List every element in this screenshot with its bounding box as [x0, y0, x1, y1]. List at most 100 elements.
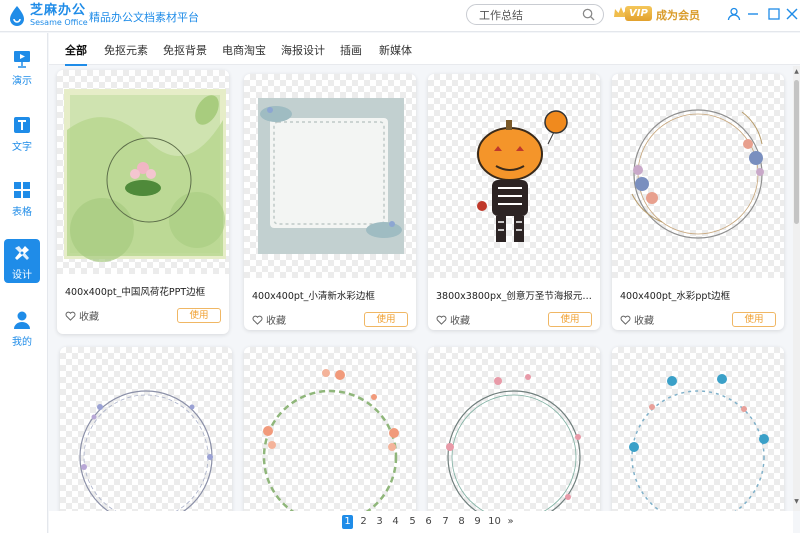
sidebar-item-mine[interactable]: 我的 [4, 306, 40, 350]
sidebar-item-presentation[interactable]: 演示 [4, 45, 40, 89]
use-button[interactable]: 使用 [177, 308, 221, 323]
sidebar: 演示 文字 表格 设计 我的 [0, 33, 48, 533]
tab-new-media[interactable]: 新媒体 [379, 42, 412, 58]
sidebar-item-text[interactable]: 文字 [4, 111, 40, 155]
page-7[interactable]: 7 [440, 515, 451, 529]
tab-cutout-elements[interactable]: 免抠元素 [104, 42, 148, 58]
material-grid: 400x400pt_中国风荷花PPT边框 收藏 使用 400x400pt_小清新… [49, 66, 793, 511]
page-6[interactable]: 6 [423, 515, 434, 529]
coral-wreath-image [262, 369, 399, 511]
sesame-logo-icon [10, 6, 24, 26]
card-title: 400x400pt_中国风荷花PPT边框 [65, 287, 206, 298]
watercolor-frame-image [258, 98, 404, 254]
card-thumbnail[interactable] [244, 74, 416, 278]
material-card[interactable] [612, 347, 784, 511]
tab-cutout-backgrounds[interactable]: 免抠背景 [163, 42, 207, 58]
page-4[interactable]: 4 [390, 515, 401, 529]
search-icon[interactable] [582, 8, 595, 21]
vip-label: 成为会员 [656, 9, 700, 22]
category-tabs: 全部 免抠元素 免抠背景 电商淘宝 海报设计 插画 新媒体 [49, 33, 800, 66]
tab-illustration[interactable]: 插画 [340, 42, 362, 58]
vip-badge: VIP [625, 6, 652, 21]
favorite-label: 收藏 [634, 316, 654, 327]
floral-ring-image [631, 109, 764, 239]
tab-all[interactable]: 全部 [65, 42, 87, 66]
favorite-button[interactable]: 收藏 [436, 312, 470, 327]
material-card[interactable]: 400x400pt_水彩ppt边框 收藏 使用 [612, 74, 784, 330]
page-1[interactable]: 1 [342, 515, 353, 529]
page-5[interactable]: 5 [407, 515, 418, 529]
material-card[interactable] [60, 347, 232, 511]
brand-name: 芝麻办公 Sesame Office [30, 4, 88, 27]
sidebar-item-label: 设计 [12, 270, 32, 281]
scroll-down-icon[interactable]: ▼ [793, 498, 800, 506]
use-button[interactable]: 使用 [364, 312, 408, 327]
card-thumbnail[interactable] [612, 347, 784, 511]
become-vip-button[interactable]: VIP 成为会员 [611, 3, 703, 25]
material-card[interactable]: 3800x3800px_创意万圣节海报元素原创插画... 收藏 使用 [428, 74, 600, 330]
material-card[interactable] [428, 347, 600, 511]
favorite-label: 收藏 [266, 316, 286, 327]
heart-icon [65, 311, 76, 321]
favorite-button[interactable]: 收藏 [620, 312, 654, 327]
vertical-scrollbar[interactable]: ▲ ▼ [793, 66, 800, 511]
page-8[interactable]: 8 [456, 515, 467, 529]
page-3[interactable]: 3 [374, 515, 385, 529]
maximize-icon[interactable] [767, 7, 781, 21]
tagline: 精品办公文档素材平台 [89, 11, 199, 24]
card-thumbnail[interactable] [612, 74, 784, 278]
blue-floral-wreath-image [629, 374, 769, 511]
rose-ring-image [446, 374, 581, 511]
lavender-wreath-image [79, 390, 213, 511]
favorite-button[interactable]: 收藏 [252, 312, 286, 327]
halloween-pumpkin-image [477, 110, 568, 242]
tab-poster-design[interactable]: 海报设计 [281, 42, 325, 58]
search-input[interactable] [479, 7, 579, 22]
design-tools-icon [15, 246, 29, 260]
material-card[interactable] [244, 347, 416, 511]
user-icon [14, 311, 30, 329]
material-card[interactable]: 400x400pt_中国风荷花PPT边框 收藏 使用 [57, 70, 229, 334]
favorite-button[interactable]: 收藏 [65, 308, 99, 323]
next-page-button[interactable]: » [505, 515, 516, 529]
sidebar-item-label: 我的 [12, 337, 32, 348]
heart-icon [436, 315, 447, 325]
page-9[interactable]: 9 [472, 515, 483, 529]
close-icon[interactable] [785, 7, 799, 21]
scroll-up-icon[interactable]: ▲ [793, 68, 800, 76]
account-icon[interactable] [727, 7, 741, 21]
use-button[interactable]: 使用 [548, 312, 592, 327]
card-thumbnail[interactable] [428, 347, 600, 511]
sidebar-item-design[interactable]: 设计 [4, 239, 40, 283]
text-doc-icon [14, 117, 30, 133]
sidebar-item-label: 表格 [12, 207, 32, 218]
use-button[interactable]: 使用 [732, 312, 776, 327]
page-2[interactable]: 2 [358, 515, 369, 529]
sidebar-item-label: 演示 [12, 76, 32, 87]
card-thumbnail[interactable] [244, 347, 416, 511]
page-10[interactable]: 10 [487, 515, 502, 529]
sidebar-item-spreadsheet[interactable]: 表格 [4, 176, 40, 220]
brand-en: Sesame Office [30, 18, 88, 27]
pagination: 1 2 3 4 5 6 7 8 9 10 » [49, 511, 793, 533]
presentation-icon [14, 51, 30, 68]
card-thumbnail[interactable] [60, 347, 232, 511]
minimize-icon[interactable] [746, 7, 760, 21]
search-box [466, 4, 604, 25]
lotus-frame-image [64, 89, 226, 262]
tab-ecommerce[interactable]: 电商淘宝 [222, 42, 266, 58]
brand-cn: 芝麻办公 [30, 3, 87, 18]
card-title: 3800x3800px_创意万圣节海报元素原创插画... [436, 291, 594, 302]
favorite-label: 收藏 [450, 316, 470, 327]
title-bar: 芝麻办公 Sesame Office 精品办公文档素材平台 VIP 成为会员 [0, 0, 800, 32]
card-title: 400x400pt_小清新水彩边框 [252, 291, 375, 302]
heart-icon [620, 315, 631, 325]
card-title: 400x400pt_水彩ppt边框 [620, 291, 731, 302]
sidebar-item-label: 文字 [12, 142, 32, 153]
card-thumbnail[interactable] [57, 70, 229, 274]
card-thumbnail[interactable] [428, 74, 600, 278]
scroll-thumb[interactable] [794, 80, 799, 224]
material-card[interactable]: 400x400pt_小清新水彩边框 收藏 使用 [244, 74, 416, 330]
favorite-label: 收藏 [79, 312, 99, 323]
table-icon [14, 182, 30, 198]
